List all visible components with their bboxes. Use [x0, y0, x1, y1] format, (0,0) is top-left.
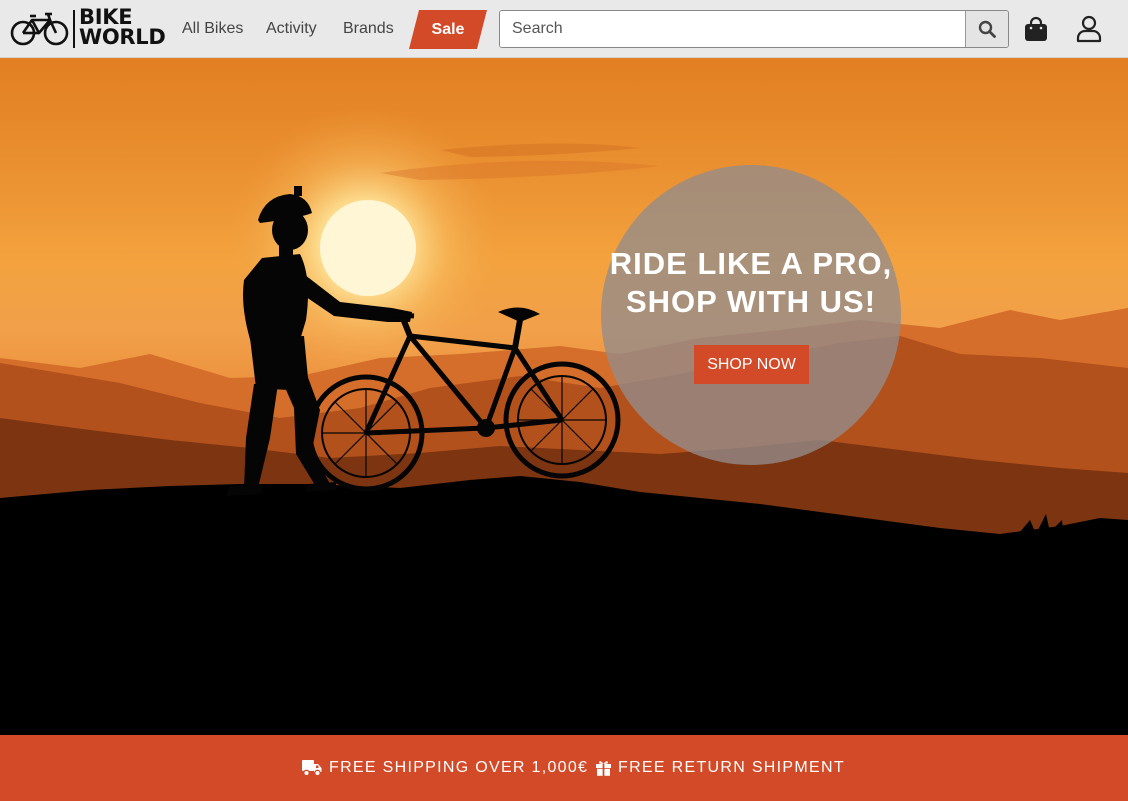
logo-line-world: WORLD — [79, 25, 166, 49]
promo-circle: RIDE LIKE A PRO, SHOP WITH US! SHOP NOW — [601, 165, 901, 465]
shop-now-button[interactable]: SHOP NOW — [694, 345, 809, 384]
logo-wordmark: BIKE WORLD — [79, 5, 174, 49]
search-button[interactable] — [965, 11, 1008, 47]
nav-link-brands[interactable]: Brands — [343, 20, 394, 38]
site-logo[interactable]: BIKE WORLD — [10, 5, 174, 50]
hero-headline: RIDE LIKE A PRO, SHOP WITH US! — [601, 245, 901, 321]
truck-icon — [302, 760, 322, 777]
benefit-free-return: FREE RETURN SHIPMENT — [596, 757, 845, 779]
hero-banner: RIDE LIKE A PRO, SHOP WITH US! SHOP NOW — [0, 58, 1128, 735]
search-bar — [499, 10, 1009, 48]
hero-headline-line2: SHOP WITH US! — [625, 284, 877, 319]
logo-line-bike: BIKE — [79, 5, 133, 29]
logo-divider — [73, 10, 75, 48]
search-input[interactable] — [500, 11, 966, 47]
search-icon — [978, 20, 996, 38]
shopping-bag-icon[interactable] — [1024, 16, 1048, 42]
nav-link-activity[interactable]: Activity — [266, 20, 317, 38]
hero-image — [0, 106, 1128, 735]
site-header: BIKE WORLD All Bikes Activity Brands Sal… — [0, 0, 1128, 58]
gift-icon — [596, 761, 611, 776]
nav-link-all-bikes[interactable]: All Bikes — [182, 20, 243, 38]
benefit-free-return-text: FREE RETURN SHIPMENT — [618, 759, 845, 776]
benefit-free-shipping-text: FREE SHIPPING OVER 1,000€ — [329, 759, 589, 776]
sale-button[interactable]: Sale — [409, 10, 487, 49]
benefits-banner: FREE SHIPPING OVER 1,000€ FREE RETURN SH… — [0, 735, 1128, 801]
benefit-free-shipping: FREE SHIPPING OVER 1,000€ — [302, 757, 588, 779]
bicycle-logo-icon — [10, 12, 69, 46]
user-icon[interactable] — [1076, 15, 1102, 43]
hero-headline-line1: RIDE LIKE A PRO, — [609, 246, 893, 281]
